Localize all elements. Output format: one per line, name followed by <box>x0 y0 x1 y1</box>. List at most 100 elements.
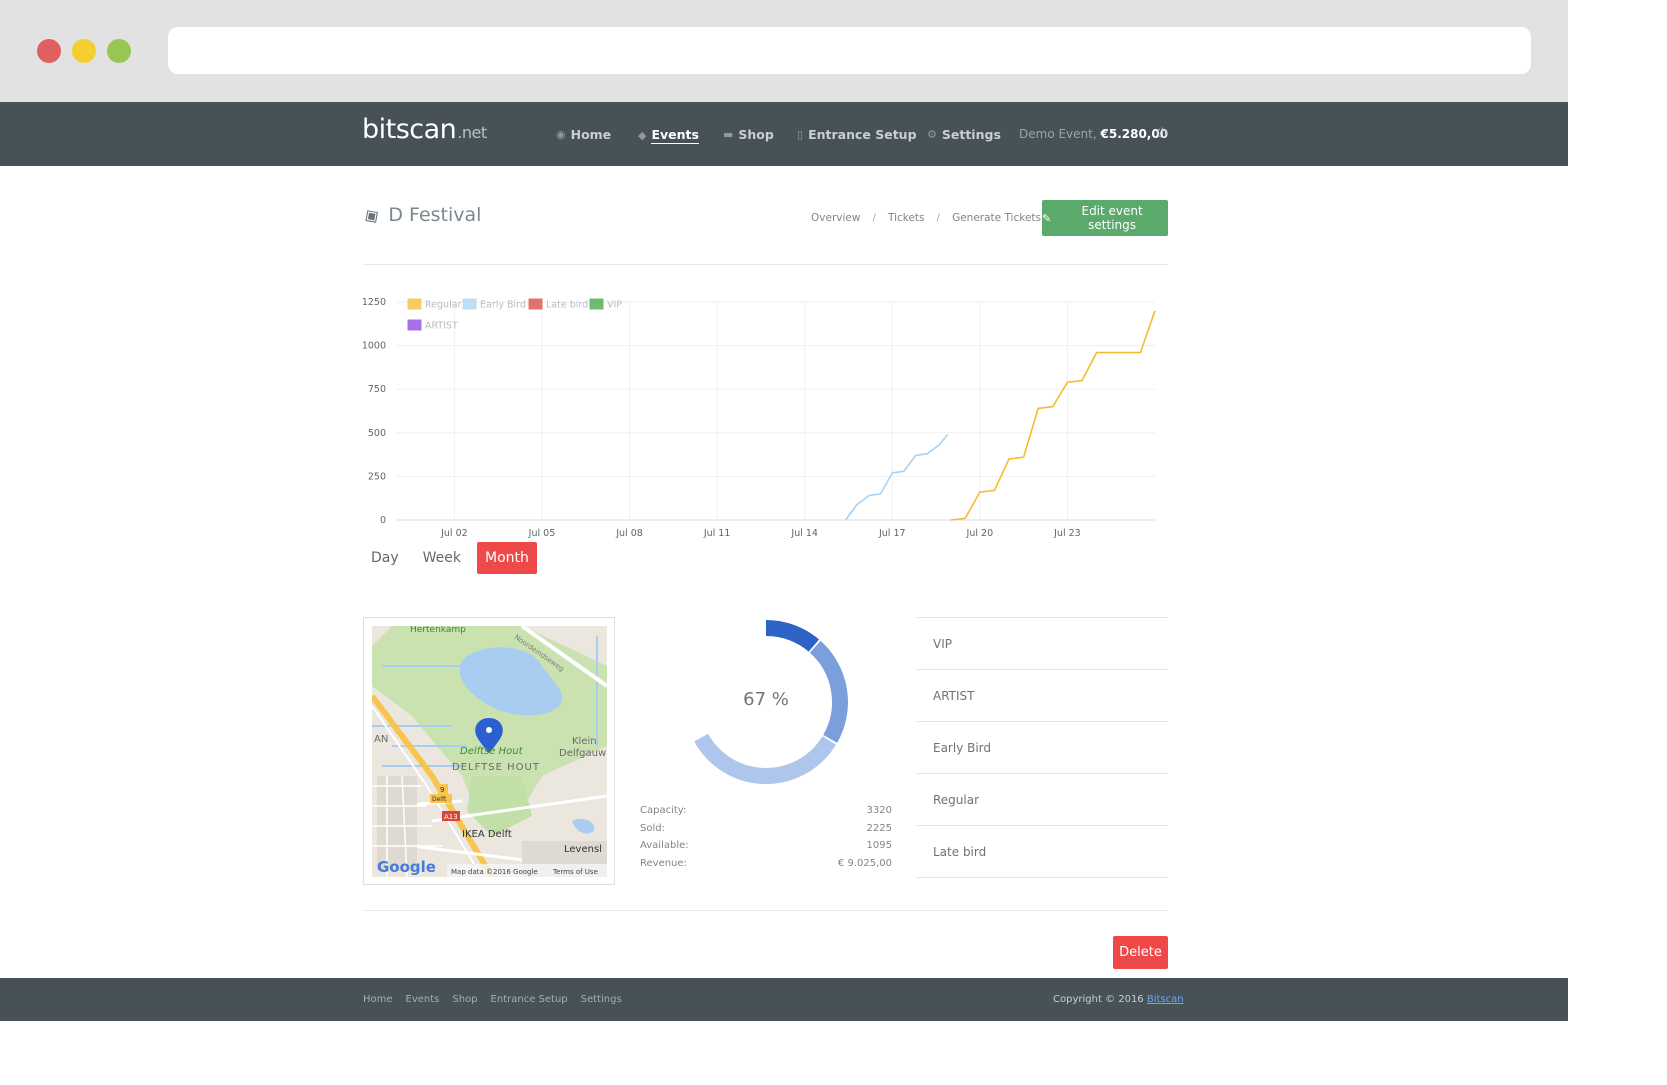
x-tick-label: Jul 23 <box>1053 528 1081 539</box>
edit-event-settings-button[interactable]: ✎ Edit event settings <box>1042 200 1168 236</box>
legend-swatch <box>589 298 604 310</box>
divider <box>363 264 1168 265</box>
x-tick-label: Jul 14 <box>790 528 818 539</box>
svg-text:9: 9 <box>440 786 444 794</box>
y-tick-label: 750 <box>368 384 386 395</box>
footer-link-home[interactable]: Home <box>363 994 393 1005</box>
x-tick-label: Jul 08 <box>615 528 643 539</box>
y-tick-label: 1000 <box>362 341 386 352</box>
nav-item-label: Entrance Setup <box>808 127 917 142</box>
range-week-button[interactable]: Week <box>415 542 469 574</box>
browser-chrome <box>0 0 1568 102</box>
breadcrumb-separator: / <box>872 212 876 224</box>
svg-text:Levensl: Levensl <box>564 844 602 855</box>
nav-item-label: Settings <box>941 127 1001 142</box>
legend-label: Regular <box>425 300 462 311</box>
footer-link-events[interactable]: Events <box>406 994 440 1005</box>
close-window-dot[interactable] <box>37 39 61 63</box>
event-stats: Capacity: 3320 Sold: 2225 Available: 1095 R… <box>640 802 892 872</box>
legend-label: Late bird <box>546 300 588 311</box>
brand-tld: .net <box>457 123 487 142</box>
copyright-link[interactable]: Bitscan <box>1147 994 1184 1005</box>
dashboard-icon: ◉ <box>556 128 566 141</box>
breadcrumb-overview[interactable]: Overview <box>811 212 860 224</box>
ticket-type-late-bird[interactable]: Late bird <box>916 826 1168 878</box>
stat-label: Sold: <box>640 822 665 834</box>
delete-event-button[interactable]: Delete <box>1113 936 1168 969</box>
copyright: Copyright © 2016 Bitscan <box>1053 994 1184 1005</box>
stat-value: 3320 <box>866 805 892 816</box>
stat-label: Capacity: <box>640 805 687 816</box>
breadcrumb-generate-tickets[interactable]: Generate Tickets <box>952 212 1041 224</box>
y-tick-label: 1250 <box>362 297 386 308</box>
stat-row-revenue: Revenue: € 9.025,00 <box>640 855 892 873</box>
breadcrumb-tickets[interactable]: Tickets <box>888 212 925 224</box>
donut-segment <box>694 733 837 784</box>
ticket-type-artist[interactable]: ARTIST <box>916 670 1168 722</box>
event-location-map[interactable]: Hertenkamp Noordeindseweg Delftse Hout D… <box>372 626 607 877</box>
power-icon[interactable]: ⏻ <box>1157 126 1167 141</box>
svg-text:Delft: Delft <box>432 796 447 803</box>
stat-label: Available: <box>640 840 689 851</box>
breadcrumb-separator: / <box>936 212 941 224</box>
range-month-button[interactable]: Month <box>477 542 537 574</box>
stat-row-available: Available: 1095 <box>640 837 892 855</box>
svg-text:Klein: Klein <box>572 736 597 747</box>
ticket-type-early-bird[interactable]: Early Bird <box>916 722 1168 774</box>
account-event-summary[interactable]: Demo Event, €5.280,00 <box>1019 127 1168 141</box>
legend-label: Early Bird <box>480 300 526 311</box>
legend-label: VIP <box>607 300 622 311</box>
stat-row-sold: Sold: 2225 <box>640 820 892 838</box>
minimize-window-dot[interactable] <box>72 39 96 63</box>
copyright-text: Copyright © 2016 <box>1053 994 1144 1005</box>
svg-text:Terms of Use: Terms of Use <box>552 868 598 876</box>
gears-icon: ⚙ <box>927 128 937 141</box>
series-line-early-bird <box>844 433 949 521</box>
legend-swatch <box>407 319 422 331</box>
footer-link-entrance-setup[interactable]: Entrance Setup <box>491 994 568 1005</box>
x-tick-label: Jul 17 <box>878 528 906 539</box>
nav-item-home[interactable]: ◉ Home <box>556 127 611 142</box>
brand-logo[interactable]: bitscan.net <box>362 114 487 145</box>
svg-text:Delfgauw: Delfgauw <box>559 748 606 759</box>
svg-text:IKEA Delft: IKEA Delft <box>462 829 512 840</box>
page-title: D Festival <box>388 204 482 226</box>
nav-item-label: Home <box>570 127 612 142</box>
stat-value: 2225 <box>866 822 892 834</box>
ticket-type-regular[interactable]: Regular <box>916 774 1168 826</box>
svg-text:Delftse Hout: Delftse Hout <box>460 746 524 757</box>
address-bar[interactable] <box>168 27 1531 74</box>
x-tick-label: Jul 20 <box>966 528 994 539</box>
nav-item-label: Shop <box>738 127 774 142</box>
google-logo: Google <box>377 858 436 876</box>
breadcrumb: Overview / Tickets / Generate Tickets <box>811 212 1041 224</box>
nav-item-entrance-setup[interactable]: ▯ Entrance Setup <box>797 127 917 142</box>
stat-value: € 9.025,00 <box>837 857 892 869</box>
page-viewport: bitscan.net ◉ Home ◆ Events ▬ Shop ▯ Entranc… <box>0 102 1568 1021</box>
footer-links: Home Events Shop Entrance Setup Settings <box>363 994 622 1005</box>
svg-text:AN: AN <box>374 734 388 745</box>
svg-text:Map data ©2016 Google: Map data ©2016 Google <box>451 868 538 876</box>
map-canvas: Hertenkamp Noordeindseweg Delftse Hout D… <box>372 626 607 877</box>
range-day-button[interactable]: Day <box>363 542 407 574</box>
x-tick-label: Jul 02 <box>440 528 468 539</box>
legend-swatch <box>462 298 477 310</box>
svg-text:DELFTSE HOUT: DELFTSE HOUT <box>452 762 540 773</box>
page-header: ◈ D Festival <box>358 201 482 229</box>
event-location-map-card: Hertenkamp Noordeindseweg Delftse Hout D… <box>363 617 615 885</box>
footer-link-settings[interactable]: Settings <box>581 994 622 1005</box>
ticket-icon: ◈ <box>357 200 384 230</box>
y-tick-label: 250 <box>368 471 386 482</box>
nav-item-settings[interactable]: ⚙ Settings <box>927 127 1001 142</box>
footer-link-shop[interactable]: Shop <box>452 994 477 1005</box>
ticket-type-list: VIP ARTIST Early Bird Regular Late bird <box>916 617 1168 878</box>
ticket-type-vip[interactable]: VIP <box>916 618 1168 670</box>
legend-swatch <box>407 298 422 310</box>
divider <box>363 910 1168 911</box>
legend-swatch <box>528 298 543 310</box>
nav-item-shop[interactable]: ▬ Shop <box>723 127 774 142</box>
maximize-window-dot[interactable] <box>107 39 131 63</box>
nav-item-events[interactable]: ◆ Events <box>638 127 699 144</box>
capacity-percent-label: 67 % <box>743 689 789 710</box>
svg-text:A13: A13 <box>444 813 458 821</box>
